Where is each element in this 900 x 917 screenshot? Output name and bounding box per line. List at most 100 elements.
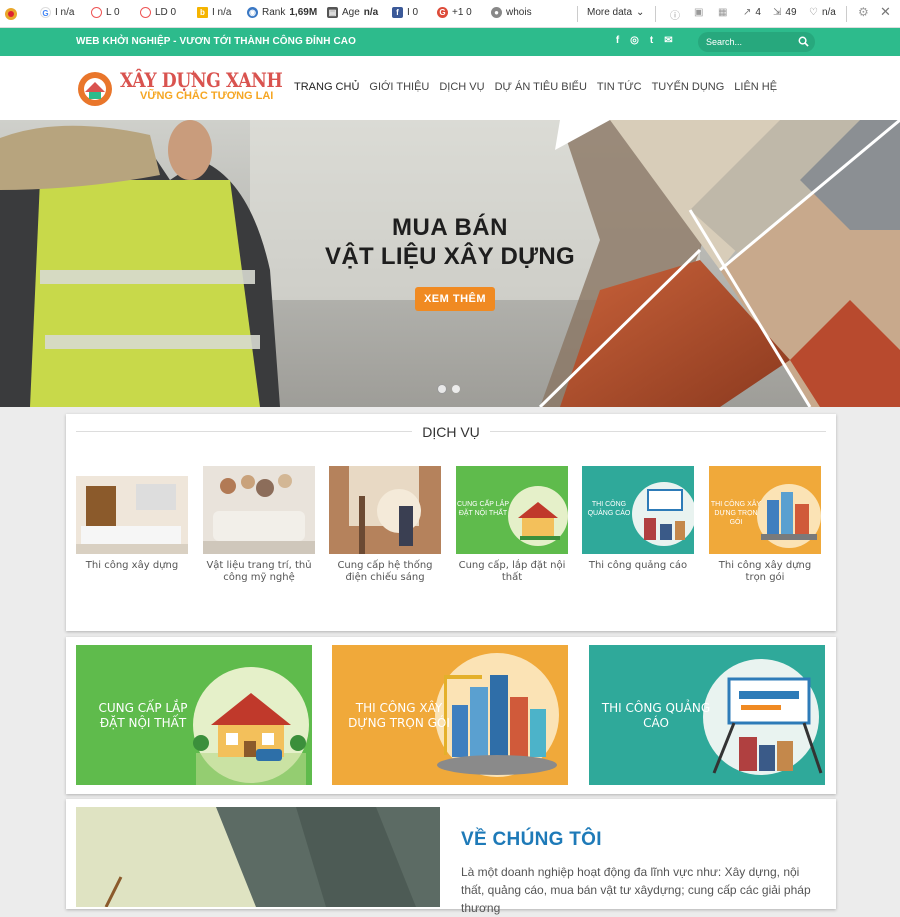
whois-link[interactable]: ● whois [491, 7, 532, 18]
user-icon: ● [491, 7, 502, 18]
slider-dot-2[interactable] [452, 385, 460, 393]
twitter-icon[interactable]: t [646, 35, 657, 46]
info-icon[interactable]: ⓘ [670, 7, 680, 22]
service-label: Cung cấp hệ thống điện chiếu sáng [337, 560, 433, 583]
about-title: VỀ CHÚNG TÔI [461, 829, 602, 850]
banner-view-more-button[interactable]: XEM THÊM [415, 287, 495, 311]
nav-item-projects[interactable]: DỰ ÁN TIÊU BIỂU [495, 81, 587, 93]
logo-brand-text: XÂY DỰNG XANH [120, 68, 283, 92]
seo-toolbar: G I n/a L 0 LD 0 b I n/a ◉ Rank 1,69M ▤ A… [0, 0, 900, 28]
email-icon[interactable]: ✉ [663, 35, 674, 46]
services-section: DỊCH VỤ Thi công xây dựng Vật liệu trang… [66, 414, 836, 631]
calendar-icon: ▤ [327, 7, 338, 18]
external-link-icon: ↗ [743, 7, 752, 18]
service-thumbnail: THI CÔNG XÂY DỰNG TRỌN GÓI [709, 466, 821, 554]
alexa-rank[interactable]: ◉ Rank 1,69M [247, 7, 317, 18]
nav-item-recruitment[interactable]: TUYỂN DỤNG [652, 81, 725, 93]
banner-heading-line1: MUA BÁN [392, 214, 508, 241]
nofollow-metric[interactable]: ♡ n/a [809, 7, 836, 18]
internal-links-metric[interactable]: ⇲ 49 [773, 7, 797, 18]
promo-title: CUNG CẤP LẮP ĐẶT NỘI THẤT [98, 701, 188, 730]
divider [577, 6, 578, 22]
facebook-icon[interactable]: f [612, 35, 623, 46]
promo-card-advertising[interactable]: THI CÔNG QUẢNG CÁO [589, 645, 825, 785]
nav-item-contact[interactable]: LIÊN HỆ [734, 81, 777, 93]
site-header: XÂY DỰNG XANH VỮNG CHẮC TƯƠNG LAI TRANG … [0, 56, 900, 120]
google-index[interactable]: G I n/a [40, 7, 74, 18]
service-item[interactable]: THI CÔNG QUẢNG CÁO Thi công quảng cáo [582, 466, 694, 572]
close-icon[interactable]: ✕ [880, 4, 891, 20]
service-thumbnail: THI CÔNG QUẢNG CÁO [582, 466, 694, 554]
about-section: VỀ CHÚNG TÔI Là một doanh nghiệp hoạt độ… [66, 799, 836, 915]
service-label: Thi công xây dựng trọn gói [718, 560, 812, 583]
nav-item-services[interactable]: DỊCH VỤ [439, 81, 484, 93]
seoquake-logo-icon[interactable] [4, 7, 18, 21]
service-item[interactable]: CUNG CẤP LẮP ĐẶT NỘI THẤT Cung cấp, lắp … [456, 466, 568, 584]
service-item[interactable]: THI CÔNG XÂY DỰNG TRỌN GÓI Thi công xây … [709, 466, 821, 584]
heart-icon: ♡ [809, 7, 818, 18]
instagram-icon[interactable]: ◎ [629, 35, 640, 46]
slider-dots [438, 385, 460, 393]
thumbnail-caption: THI CÔNG XÂY DỰNG TRỌN GÓI [710, 501, 762, 526]
facebook-icon: f [392, 7, 403, 18]
social-links: f ◎ t ✉ [612, 35, 674, 46]
banner-heading-line2: VẬT LIỆU XÂY DỰNG [325, 243, 575, 270]
site-logo[interactable]: XÂY DỰNG XANH VỮNG CHẮC TƯƠNG LAI [76, 68, 283, 108]
links-icon [91, 7, 102, 18]
service-thumbnail [329, 466, 441, 554]
service-thumbnail: CUNG CẤP LẮP ĐẶT NỘI THẤT [456, 466, 568, 554]
google-plus-icon: G [437, 7, 448, 18]
globe-icon: ◉ [247, 7, 258, 18]
thumbnail-caption: THI CÔNG QUẢNG CÁO [587, 501, 631, 517]
search-icon[interactable] [798, 36, 809, 47]
compare-icon[interactable]: ▦ [718, 7, 727, 18]
promo-card-construction[interactable]: THI CÔNG XÂY DỰNG TRỌN GÓI [332, 645, 568, 785]
service-item[interactable]: Vật liệu trang trí, thủ công mỹ nghệ [203, 466, 315, 584]
nav-item-home[interactable]: TRANG CHỦ [294, 81, 359, 93]
search-input[interactable] [706, 37, 786, 47]
service-label: Vật liệu trang trí, thủ công mỹ nghệ [206, 560, 312, 583]
slider-dot-1[interactable] [438, 385, 446, 393]
bing-index[interactable]: b I n/a [197, 7, 231, 18]
divider [846, 6, 847, 22]
linkdomains-metric[interactable]: LD 0 [140, 7, 176, 18]
nav-item-about[interactable]: GIỚI THIỆU [369, 81, 429, 93]
promo-section: CUNG CẤP LẮP ĐẶT NỘI THẤT THI CÔNG XÂY D… [66, 637, 836, 794]
service-item[interactable]: Thi công xây dựng [76, 466, 188, 572]
service-label: Cung cấp, lắp đặt nội thất [458, 560, 566, 583]
divider [655, 6, 656, 22]
search-box [698, 32, 815, 52]
logo-emblem-icon [78, 72, 112, 106]
plusone-metric[interactable]: G +1 0 [437, 7, 472, 18]
promo-title: THI CÔNG QUẢNG CÁO [601, 701, 711, 730]
about-image [76, 807, 440, 907]
promo-card-interior[interactable]: CUNG CẤP LẮP ĐẶT NỘI THẤT [76, 645, 312, 785]
thumbnail-caption: CUNG CẤP LẮP ĐẶT NỘI THẤT [457, 501, 509, 517]
site-tagline: WEB KHỞI NGHIỆP - VƯƠN TỚI THÀNH CÔNG ĐỈ… [76, 36, 356, 47]
gear-icon[interactable]: ⚙ [858, 5, 869, 19]
main-nav: TRANG CHỦ GIỚI THIỆU DỊCH VỤ DỰ ÁN TIÊU … [294, 81, 777, 93]
linkdomains-icon [140, 7, 151, 18]
density-icon[interactable]: ▣ [694, 7, 703, 18]
bing-icon: b [197, 7, 208, 18]
facebook-metric[interactable]: f I 0 [392, 7, 418, 18]
service-item[interactable]: Cung cấp hệ thống điện chiếu sáng [329, 466, 441, 584]
nav-item-news[interactable]: TIN TỨC [597, 81, 642, 93]
promo-title: THI CÔNG XÂY DỰNG TRỌN GÓI [348, 701, 450, 730]
chevron-down-icon: ⌄ [636, 7, 645, 18]
services-title: DỊCH VỤ [66, 424, 836, 440]
external-links-metric[interactable]: ↗ 4 [743, 7, 761, 18]
service-label: Thi công xây dựng [85, 560, 179, 571]
links-metric[interactable]: L 0 [91, 7, 120, 18]
logo-slogan: VỮNG CHẮC TƯƠNG LAI [140, 90, 274, 102]
service-label: Thi công quảng cáo [588, 560, 688, 571]
service-thumbnail [203, 466, 315, 554]
domain-age[interactable]: ▤ Age n/a [327, 7, 378, 18]
top-bar: WEB KHỞI NGHIỆP - VƯƠN TỚI THÀNH CÔNG ĐỈ… [0, 28, 900, 56]
more-data-dropdown[interactable]: More data ⌄ [587, 7, 644, 18]
google-icon: G [40, 7, 51, 18]
service-thumbnail [76, 466, 188, 554]
about-description: Là một doanh nghiệp hoạt động đa lĩnh vự… [461, 865, 811, 915]
hero-banner[interactable]: MUA BÁN VẬT LIỆU XÂY DỰNG XEM THÊM [0, 120, 900, 407]
internal-link-icon: ⇲ [773, 7, 782, 18]
